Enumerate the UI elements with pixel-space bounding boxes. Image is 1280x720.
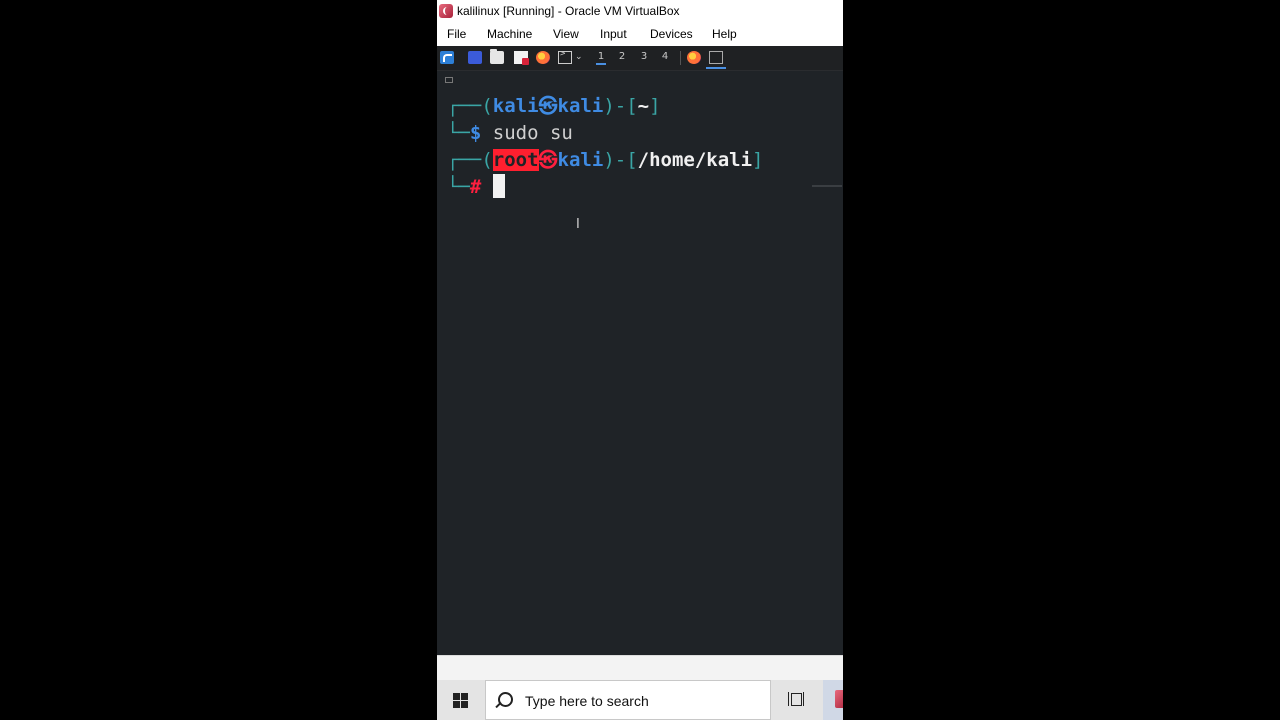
prompt-host: kali — [557, 149, 604, 171]
prompt-at-symbol: ㉿ — [538, 149, 558, 171]
prompt-bracket-end: ] — [752, 149, 764, 171]
prompt-frame: ┌──( — [447, 149, 493, 171]
text-cursor — [492, 174, 505, 198]
prompt-frame: └─ — [447, 176, 470, 198]
windows-taskbar: Type here to search — [437, 680, 843, 720]
prompt-dollar: $ — [469, 122, 482, 144]
start-button[interactable] — [437, 680, 484, 720]
taskbar-search-box[interactable]: Type here to search — [485, 680, 771, 720]
workspace-1[interactable]: 1 — [596, 51, 606, 65]
workspace-3[interactable]: 3 — [639, 51, 649, 62]
virtualbox-taskbar-button[interactable] — [823, 680, 843, 720]
virtualbox-window: kalilinux [Running] - Oracle VM VirtualB… — [437, 0, 843, 720]
prompt-frame: └─ — [447, 122, 470, 144]
file-manager-icon[interactable] — [490, 49, 504, 64]
command-line: └─$ sudo su — [447, 120, 573, 147]
menu-input[interactable]: Input — [600, 27, 627, 41]
prompt-path: ~ — [637, 95, 650, 117]
text-editor-icon[interactable] — [514, 51, 529, 65]
menu-machine[interactable]: Machine — [487, 27, 532, 41]
prompt-host: kali — [557, 95, 604, 117]
terminal-task-icon[interactable] — [709, 51, 723, 64]
scrollbar[interactable] — [812, 185, 842, 187]
menu-devices[interactable]: Devices — [650, 27, 693, 41]
prompt-separator: )-[ — [603, 95, 638, 117]
search-placeholder: Type here to search — [525, 693, 649, 709]
workspace-2[interactable]: 2 — [617, 51, 627, 62]
terminal-tab-icon — [445, 77, 453, 83]
task-view-icon[interactable] — [788, 692, 804, 706]
terminal-icon[interactable] — [558, 49, 572, 64]
title-bar[interactable]: kalilinux [Running] - Oracle VM VirtualB… — [437, 0, 843, 23]
prompt-hash: # — [469, 176, 482, 198]
kali-menu-icon[interactable] — [440, 51, 454, 64]
prompt-at-symbol: ㉿ — [538, 95, 558, 117]
firefox-task-icon[interactable] — [687, 51, 701, 64]
virtualbox-icon — [439, 4, 453, 18]
firefox-icon[interactable] — [536, 51, 550, 64]
root-input-line: └─# — [447, 174, 505, 201]
prompt-frame: ┌──( — [447, 95, 493, 117]
command-text: sudo su — [492, 122, 573, 144]
menu-file[interactable]: File — [447, 27, 466, 41]
active-task-indicator — [706, 67, 726, 69]
prompt-user-root: root — [492, 149, 539, 171]
menu-view[interactable]: View — [553, 27, 579, 41]
panel-separator — [680, 51, 681, 65]
show-desktop-icon[interactable] — [468, 51, 482, 64]
virtualbox-icon — [835, 690, 843, 708]
search-icon — [498, 692, 513, 707]
menu-help[interactable]: Help — [712, 27, 737, 41]
ibeam-cursor-icon: I — [576, 217, 580, 232]
prompt-bracket-end: ] — [649, 95, 661, 117]
prompt-path: /home/kali — [637, 149, 753, 171]
chevron-down-icon[interactable]: ⌄ — [575, 51, 589, 64]
prompt-separator: )-[ — [603, 149, 638, 171]
workspace-4[interactable]: 4 — [660, 51, 670, 62]
terminal-window[interactable]: ┌──(kali㉿kali)-[~] └─$ sudo su ┌──(root㉿… — [437, 71, 843, 655]
virtualbox-status-bar — [437, 655, 843, 681]
menu-bar: File Machine View Input Devices Help — [437, 23, 843, 46]
prompt-line-user: ┌──(kali㉿kali)-[~] — [447, 93, 661, 120]
windows-logo-icon — [453, 693, 468, 708]
prompt-line-root: ┌──(root㉿kali)-[/home/kali] — [447, 147, 763, 174]
window-title: kalilinux [Running] - Oracle VM VirtualB… — [457, 4, 680, 18]
prompt-user: kali — [492, 95, 539, 117]
kali-top-panel: ⌄ 1 2 3 4 — [437, 46, 843, 71]
